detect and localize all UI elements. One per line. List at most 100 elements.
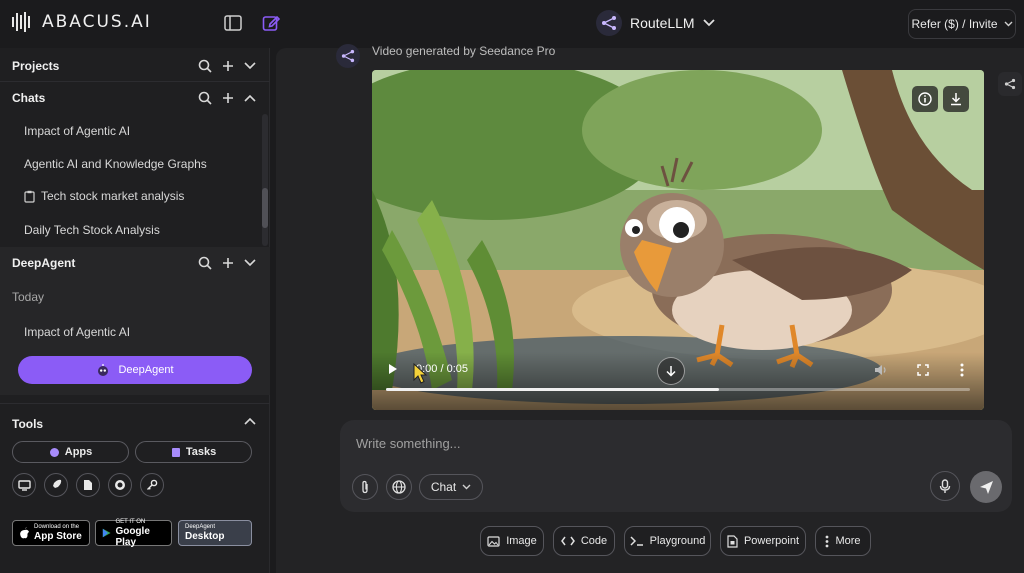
chat-item-label: Agentic AI and Knowledge Graphs xyxy=(24,157,207,171)
fullscreen-icon[interactable] xyxy=(917,364,929,376)
chat-mode-label: Chat xyxy=(430,480,457,494)
refer-label: Refer ($) / Invite xyxy=(911,17,998,31)
image-tool-button[interactable]: Image xyxy=(480,526,544,556)
chat-item[interactable]: Tech stock market analysis xyxy=(24,189,184,203)
volume-icon[interactable] xyxy=(874,364,888,376)
deepagent-item-label: Impact of Agentic AI xyxy=(24,325,131,339)
projects-label: Projects xyxy=(12,59,60,73)
play-icon[interactable] xyxy=(388,363,398,375)
deepagent-button-label: DeepAgent xyxy=(118,364,174,376)
image-icon xyxy=(487,535,500,547)
store-big-text: Google Play xyxy=(115,525,150,548)
chevron-down-icon[interactable] xyxy=(244,259,256,267)
scrollbar-thumb[interactable] xyxy=(262,188,268,228)
search-icon[interactable] xyxy=(198,256,212,270)
google-play-icon xyxy=(102,528,111,538)
powerpoint-tool-button[interactable]: Powerpoint xyxy=(720,526,806,556)
scroll-down-icon[interactable] xyxy=(657,357,685,385)
apps-label: Apps xyxy=(64,446,93,458)
new-chat-icon[interactable] xyxy=(260,12,282,34)
terminal-icon xyxy=(630,536,643,546)
sidebar: Projects Chats Impact of Agentic AI Agen… xyxy=(0,48,270,573)
code-tool-button[interactable]: Code xyxy=(553,526,615,556)
plus-icon[interactable] xyxy=(222,60,234,72)
github-icon[interactable] xyxy=(108,473,132,497)
apps-icon xyxy=(49,447,59,457)
app-window: ABACUS.AI RouteLLM Refer ($) / Invite Pr… xyxy=(0,0,1024,573)
model-name: RouteLLM xyxy=(630,15,695,31)
tasks-label: Tasks xyxy=(185,446,217,458)
info-icon[interactable] xyxy=(912,86,938,112)
playground-tool-button[interactable]: Playground xyxy=(624,526,711,556)
tool-label: More xyxy=(835,535,861,547)
chat-item[interactable]: Agentic AI and Knowledge Graphs xyxy=(24,157,207,171)
rocket-icon[interactable] xyxy=(44,473,68,497)
tool-label: Image xyxy=(506,535,537,547)
video-controls: 0:00 / 0:05 xyxy=(372,352,984,410)
tool-label: Playground xyxy=(649,535,706,547)
video-player[interactable]: 0:00 / 0:05 xyxy=(372,70,984,410)
code-icon xyxy=(560,536,575,546)
chevron-up-icon[interactable] xyxy=(244,94,256,102)
chevron-down-icon xyxy=(462,484,471,490)
key-icon[interactable] xyxy=(140,473,164,497)
video-progress-fill xyxy=(386,388,719,391)
download-icon[interactable] xyxy=(943,86,969,112)
search-icon[interactable] xyxy=(198,91,212,105)
google-play-badge[interactable]: GET IT ON Google Play xyxy=(95,519,172,548)
chats-header[interactable]: Chats xyxy=(0,82,270,114)
chat-item-label: Daily Tech Stock Analysis xyxy=(24,223,160,237)
deepagent-header[interactable]: DeepAgent xyxy=(0,247,270,279)
globe-icon[interactable] xyxy=(386,474,412,500)
document-icon[interactable] xyxy=(76,473,100,497)
store-big-text: App Store xyxy=(34,531,82,542)
abacus-logo-icon xyxy=(12,11,34,33)
tool-label: Powerpoint xyxy=(743,535,800,547)
model-selector[interactable]: RouteLLM xyxy=(596,10,715,36)
chevron-down-icon xyxy=(702,19,715,27)
chevron-down-icon[interactable] xyxy=(244,62,256,70)
monitor-icon[interactable] xyxy=(12,473,36,497)
deepagent-desktop-badge[interactable]: DeepAgent Desktop xyxy=(178,520,252,546)
store-small-text: Download on the xyxy=(34,524,80,530)
deepagent-item[interactable]: Impact of Agentic AI xyxy=(24,325,130,339)
attach-icon[interactable] xyxy=(352,474,378,500)
chat-item[interactable]: Impact of Agentic AI xyxy=(24,124,130,138)
refer-invite-button[interactable]: Refer ($) / Invite xyxy=(908,9,1016,39)
video-progress-bar[interactable] xyxy=(386,388,970,391)
brand-logo[interactable]: ABACUS.AI xyxy=(12,11,152,33)
send-icon[interactable] xyxy=(970,471,1002,503)
store-small-text: DeepAgent xyxy=(185,524,216,530)
app-store-badge[interactable]: Download on the App Store xyxy=(12,520,90,546)
projects-header[interactable]: Projects xyxy=(0,50,270,82)
chat-item-label: Impact of Agentic AI xyxy=(24,124,131,138)
message-input[interactable] xyxy=(356,436,916,451)
plus-icon[interactable] xyxy=(222,92,234,104)
deepagent-button[interactable]: DeepAgent xyxy=(18,356,252,384)
today-label: Today xyxy=(12,290,45,304)
deepagent-label: DeepAgent xyxy=(12,256,76,270)
microphone-icon[interactable] xyxy=(930,471,960,501)
robot-icon xyxy=(98,364,109,376)
mouse-cursor-icon xyxy=(413,362,428,384)
more-vertical-icon xyxy=(826,535,829,547)
message-composer: Chat xyxy=(340,420,1012,512)
tasks-button[interactable]: Tasks xyxy=(135,441,252,463)
chat-mode-selector[interactable]: Chat xyxy=(419,474,483,500)
tools-header[interactable]: Tools xyxy=(0,408,270,440)
search-icon[interactable] xyxy=(198,59,212,73)
generated-label: Video generated by Seedance Pro xyxy=(372,44,556,58)
apps-button[interactable]: Apps xyxy=(12,441,129,463)
store-big-text: Desktop xyxy=(185,531,225,542)
plus-icon[interactable] xyxy=(222,257,234,269)
more-tool-button[interactable]: More xyxy=(815,526,871,556)
chat-item-label: Tech stock market analysis xyxy=(41,189,185,203)
chat-item[interactable]: Daily Tech Stock Analysis xyxy=(24,223,160,237)
sidebar-toggle-icon[interactable] xyxy=(222,12,244,34)
more-vertical-icon[interactable] xyxy=(960,363,964,377)
slides-icon xyxy=(727,534,738,548)
routellm-icon xyxy=(596,10,622,36)
chevron-up-icon[interactable] xyxy=(244,417,256,425)
share-icon[interactable] xyxy=(998,72,1022,96)
chats-label: Chats xyxy=(12,91,46,105)
